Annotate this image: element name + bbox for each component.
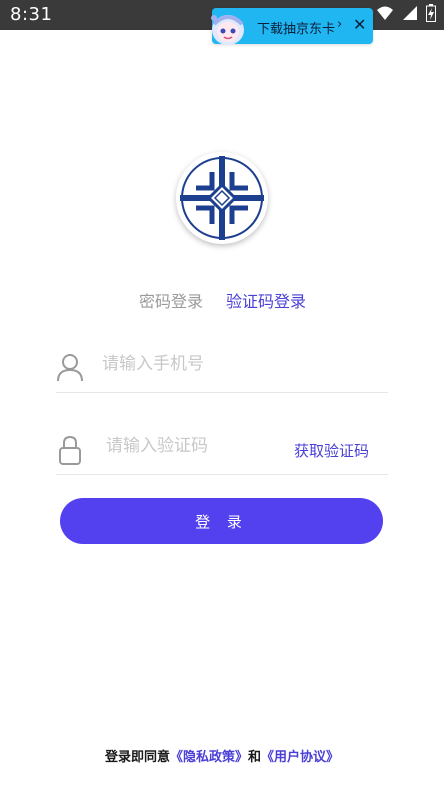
get-code-button[interactable]: 获取验证码: [294, 440, 369, 461]
agreement-prefix: 登录即同意: [104, 750, 170, 765]
phone-field: [56, 342, 388, 393]
user-icon: [56, 352, 84, 386]
agreement-and: 和: [248, 750, 262, 765]
promo-text[interactable]: 下载抽京东卡: [257, 18, 335, 37]
tab-code-login[interactable]: 验证码登录: [226, 288, 306, 312]
lock-icon: [56, 434, 84, 470]
privacy-policy-link[interactable]: 《隐私政策》: [170, 750, 248, 765]
user-agreement-link[interactable]: 《用户协议》: [261, 750, 339, 765]
promo-banner[interactable]: 下载抽京东卡 › ✕: [211, 8, 373, 45]
login-tabs: 密码登录 验证码登录: [0, 288, 444, 312]
phone-input[interactable]: [102, 354, 352, 374]
code-field: 获取验证码: [56, 424, 388, 475]
app-logo: [176, 152, 268, 244]
agreement-text: 登录即同意《隐私政策》和《用户协议》: [0, 746, 444, 765]
login-button[interactable]: 登 录: [60, 498, 383, 544]
china-railway-construction-logo: [180, 156, 264, 240]
status-time: 8:31: [10, 4, 53, 25]
code-input[interactable]: [106, 436, 276, 456]
mascot-avatar-icon: [208, 6, 248, 48]
close-icon[interactable]: ✕: [353, 15, 366, 34]
signal-icon: [402, 5, 418, 21]
chevron-right-icon: ›: [337, 17, 343, 32]
battery-icon: [426, 4, 436, 22]
wifi-icon: [376, 5, 394, 21]
tab-password-login[interactable]: 密码登录: [139, 288, 203, 312]
status-icons: [376, 4, 436, 22]
